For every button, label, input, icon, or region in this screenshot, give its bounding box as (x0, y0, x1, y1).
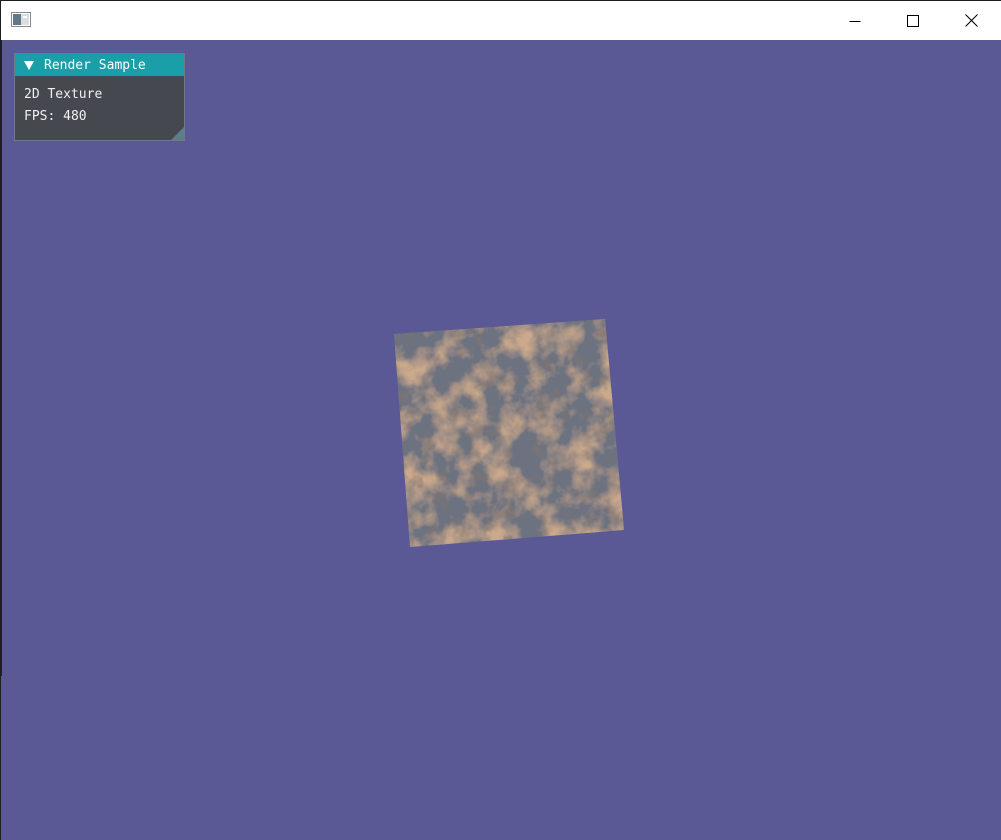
minimize-button[interactable] (826, 1, 884, 40)
panel-header[interactable]: Render Sample (15, 54, 184, 76)
close-icon (964, 14, 978, 27)
fps-label: FPS: (24, 109, 56, 124)
close-button[interactable] (942, 1, 1000, 40)
triangle-down-icon[interactable] (24, 60, 34, 70)
minimize-icon (849, 20, 861, 22)
render-sample-panel[interactable]: Render Sample 2D Texture FPS: 480 (14, 53, 185, 141)
textured-quad (394, 319, 624, 547)
app-window: Render Sample 2D Texture FPS: 480 (0, 0, 1001, 840)
maximize-icon (907, 14, 919, 27)
fps-value: 480 (63, 109, 87, 124)
texture-type-label: 2D Texture (24, 87, 103, 102)
panel-title: Render Sample (44, 57, 146, 73)
resize-grip[interactable] (171, 127, 184, 140)
fps-readout: FPS: 480 (24, 109, 87, 125)
app-window-icon (11, 12, 31, 27)
window-left-border (1, 40, 2, 676)
title-bar[interactable] (1, 1, 1001, 40)
maximize-button[interactable] (884, 1, 942, 40)
quad-dark-layer (394, 319, 624, 547)
render-viewport[interactable]: Render Sample 2D Texture FPS: 480 (1, 40, 1001, 840)
